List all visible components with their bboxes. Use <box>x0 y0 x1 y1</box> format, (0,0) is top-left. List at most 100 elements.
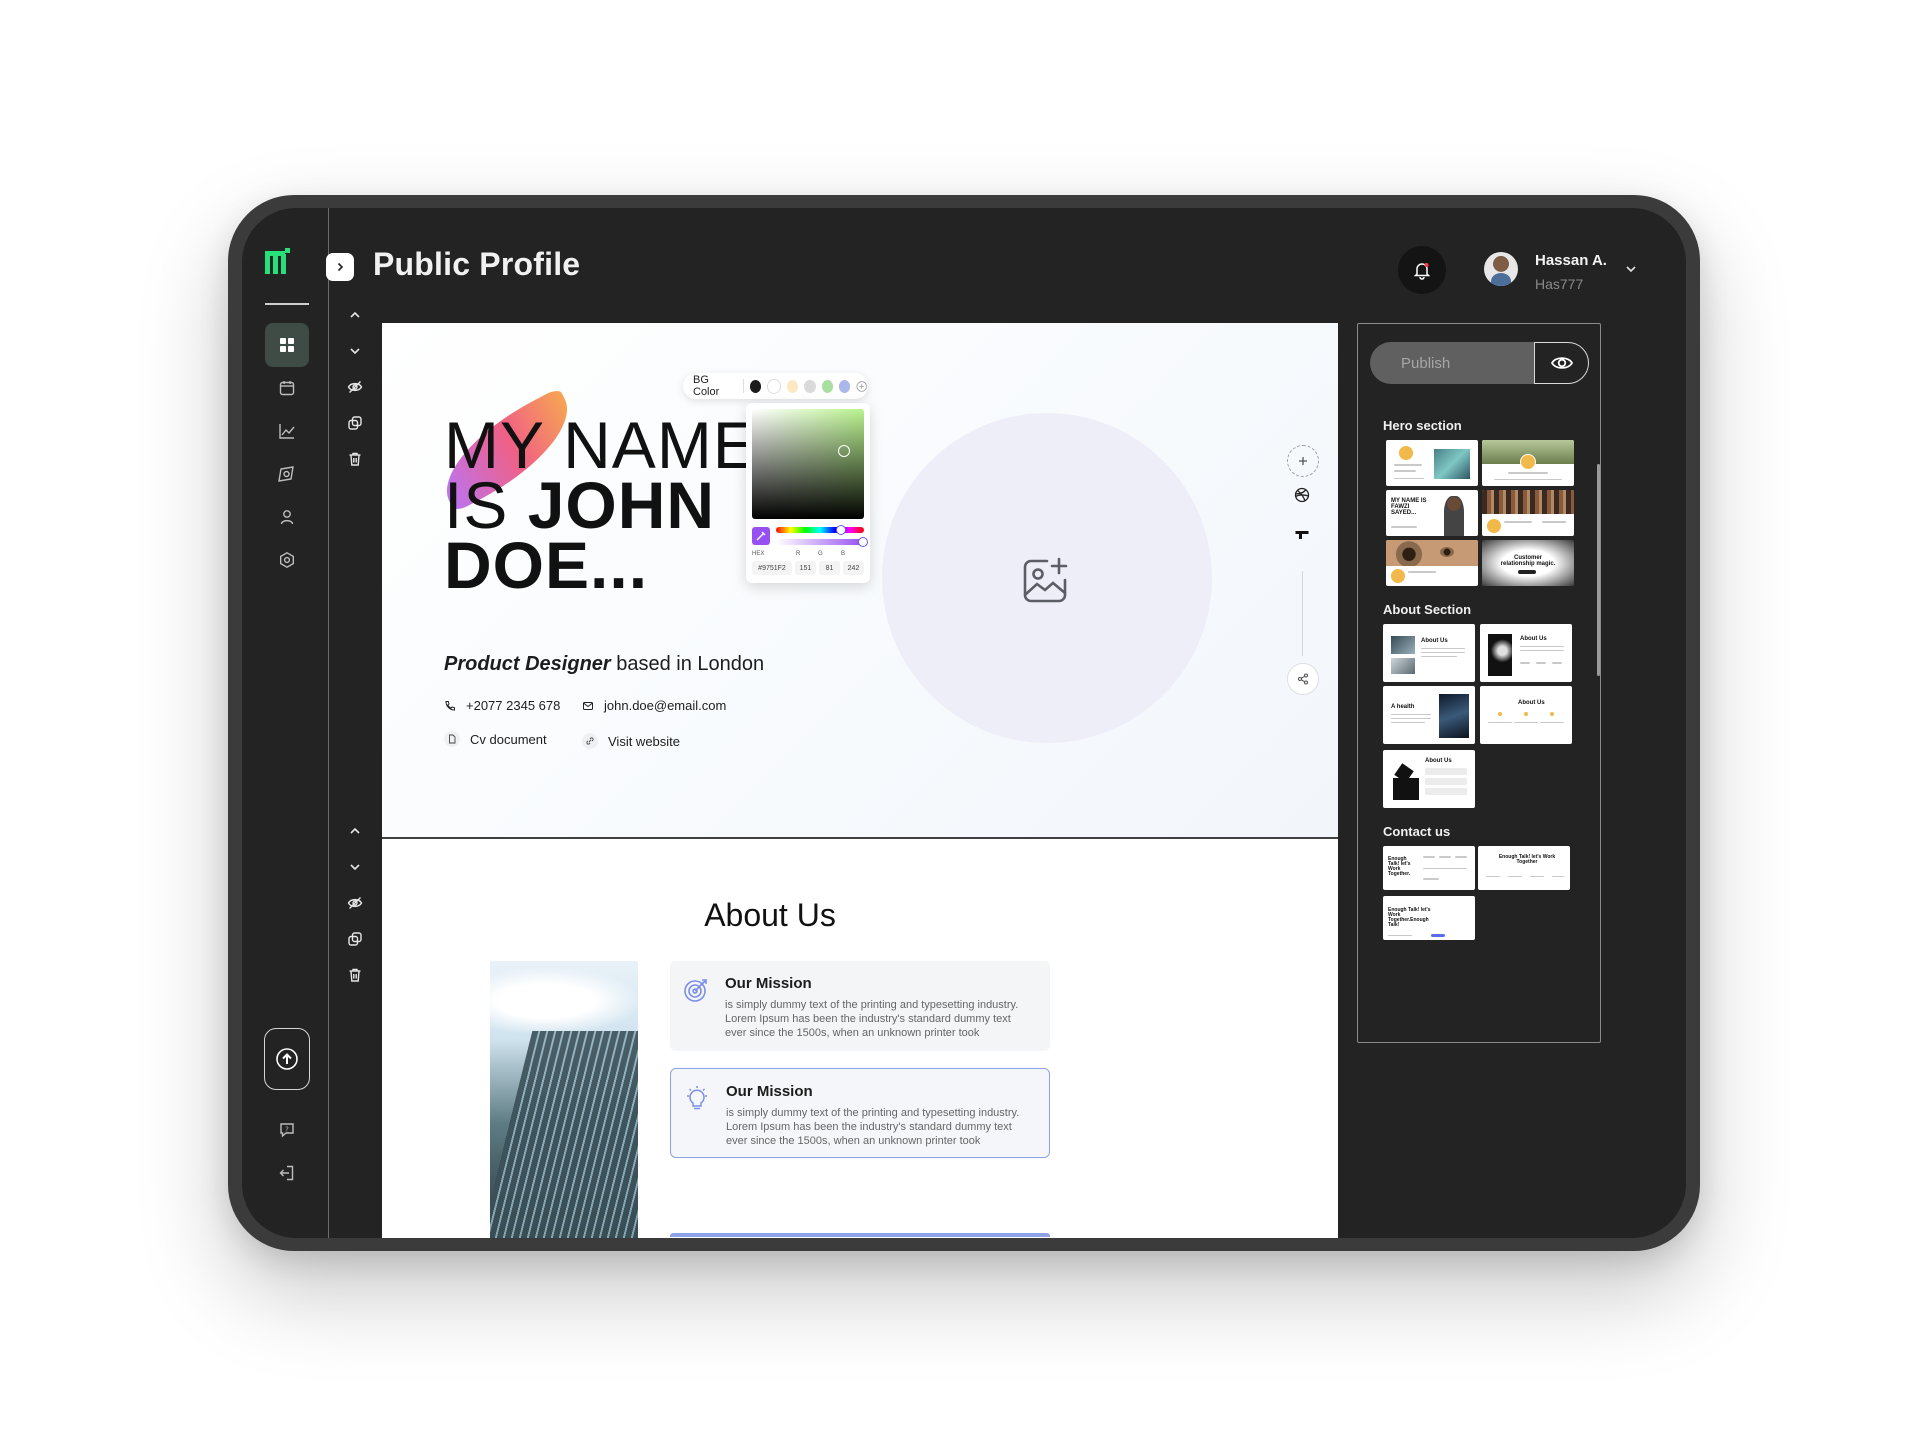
dribbble-icon <box>1294 487 1310 503</box>
hue-slider-knob[interactable] <box>836 525 846 535</box>
thumb-line <box>1552 876 1564 877</box>
swatch-gray[interactable] <box>804 379 816 393</box>
thumb-line <box>1391 722 1425 723</box>
hue-slider[interactable] <box>776 525 864 535</box>
user-avatar[interactable] <box>1484 252 1518 286</box>
bell-icon <box>1413 263 1431 280</box>
swatch-black[interactable] <box>749 379 762 393</box>
thumb-line <box>1421 648 1465 649</box>
hero-section[interactable]: MY NAME IS JOHN DOE... Product Designer … <box>382 323 1338 839</box>
toolbar-separator <box>742 379 744 393</box>
sidebar-item-logout[interactable] <box>265 1151 309 1195</box>
saturation-value-area[interactable] <box>752 409 864 519</box>
publish-button[interactable]: Publish <box>1370 342 1534 384</box>
hero-tagline[interactable]: Product Designer based in London <box>444 653 764 676</box>
hero-template-thumb[interactable] <box>1386 440 1478 486</box>
sidebar-item-settings[interactable] <box>265 538 309 582</box>
phone-contact[interactable]: +2077 2345 678 <box>444 698 560 713</box>
b-input[interactable]: 242 <box>843 561 864 575</box>
align-button[interactable] <box>1287 519 1317 549</box>
thumb-line <box>1540 722 1564 723</box>
hero-template-thumb[interactable] <box>1386 540 1478 586</box>
cv-text: Cv document <box>470 731 547 747</box>
about-template-thumb[interactable]: About Us <box>1480 686 1572 744</box>
grid-icon <box>280 338 294 352</box>
r-input[interactable]: 151 <box>795 561 816 575</box>
delete-section-button[interactable] <box>344 964 366 986</box>
move-up-button[interactable] <box>344 820 366 842</box>
preview-button[interactable] <box>1534 342 1589 384</box>
hide-section-button[interactable] <box>344 892 366 914</box>
delete-section-button[interactable] <box>344 448 366 470</box>
add-color-icon[interactable] <box>856 380 868 393</box>
about-template-thumb[interactable]: About Us <box>1480 624 1572 682</box>
alpha-slider-knob[interactable] <box>858 537 868 547</box>
hero-title[interactable]: MY NAME IS JOHN DOE... <box>444 412 774 598</box>
hero-template-thumb[interactable] <box>1482 490 1574 536</box>
add-image-button[interactable] <box>1018 553 1074 614</box>
page-title: Public Profile <box>373 246 581 282</box>
mission-card[interactable]: Our Mission is simply dummy text of the … <box>670 961 1050 1051</box>
panel-scrollbar[interactable] <box>1597 464 1600 676</box>
dribbble-button[interactable] <box>1287 480 1317 510</box>
add-element-button[interactable] <box>1287 445 1319 477</box>
hide-section-button[interactable] <box>344 376 366 398</box>
hero-template-thumb[interactable] <box>1482 440 1574 486</box>
website-link[interactable]: Visit website <box>582 733 680 749</box>
sidebar-item-dashboard[interactable] <box>265 323 309 367</box>
contact-template-thumb[interactable]: Enough Talk! let's Work Together. <box>1383 846 1475 890</box>
thumb-line <box>1488 722 1512 723</box>
thumb-image <box>1482 490 1574 514</box>
thumb-line <box>1423 868 1467 869</box>
thumb-button <box>1518 570 1536 574</box>
sidebar-item-analytics[interactable] <box>265 409 309 453</box>
glass-tower <box>490 1031 638 1238</box>
thumb-title: Enough Talk! let's Work Together. <box>1388 856 1411 877</box>
sidebar-item-explore[interactable] <box>265 452 309 496</box>
swatch-blue[interactable] <box>839 379 851 393</box>
hero-template-thumb[interactable]: MY NAME IS FAWZI SAYED... <box>1386 490 1478 536</box>
about-building-image[interactable] <box>490 961 638 1238</box>
sidebar-item-calendar[interactable] <box>265 366 309 410</box>
thumb-title: About Us <box>1421 638 1448 644</box>
r-label: R <box>796 551 801 557</box>
user-menu-chevron[interactable] <box>1624 262 1638 281</box>
g-input[interactable]: 81 <box>819 561 840 575</box>
sky-cloud <box>490 961 638 1041</box>
swatch-white[interactable] <box>767 378 781 394</box>
thumb-avatar <box>1486 518 1502 534</box>
sidebar-toggle-button[interactable] <box>326 253 354 281</box>
app-logo[interactable] <box>265 248 291 279</box>
mission-card-selected[interactable]: Our Mission is simply dummy text of the … <box>670 1068 1050 1158</box>
sidebar-item-help[interactable]: ? <box>265 1108 309 1152</box>
duplicate-section-button[interactable] <box>344 928 366 950</box>
about-template-thumb[interactable]: About Us <box>1383 624 1475 682</box>
alpha-slider[interactable] <box>776 537 868 547</box>
align-split-icon <box>1295 531 1309 539</box>
contact-template-thumb[interactable]: Enough Talk! let's Work Together.Enough … <box>1383 896 1475 940</box>
contact-template-thumb[interactable]: Enough Talk! let's Work Together <box>1478 846 1570 890</box>
notifications-button[interactable] <box>1398 246 1446 294</box>
duplicate-section-button[interactable] <box>344 412 366 434</box>
eyedropper-button[interactable] <box>752 527 770 545</box>
email-contact[interactable]: john.doe@email.com <box>582 698 726 713</box>
target-icon <box>683 977 709 1008</box>
hero-template-thumb[interactable]: Customer relationship magic. <box>1482 540 1574 586</box>
sidebar-item-profile[interactable] <box>265 495 309 539</box>
sidebar-divider <box>328 208 329 1238</box>
swatch-cream[interactable] <box>786 379 799 393</box>
move-down-button[interactable] <box>344 340 366 362</box>
about-template-thumb[interactable]: About Us <box>1383 750 1475 808</box>
move-down-button[interactable] <box>344 856 366 878</box>
share-button[interactable] <box>1287 663 1319 695</box>
cv-link[interactable]: Cv document <box>444 731 547 747</box>
swatch-green[interactable] <box>821 379 834 393</box>
about-title[interactable]: About Us <box>382 897 1158 934</box>
move-up-button[interactable] <box>344 304 366 326</box>
thumb-button <box>1431 934 1445 937</box>
hex-input[interactable]: #9751F2 <box>752 561 792 575</box>
saturation-knob[interactable] <box>838 445 850 457</box>
about-template-thumb[interactable]: A health <box>1383 686 1475 744</box>
upload-button[interactable] <box>264 1028 310 1090</box>
g-label: G <box>818 551 823 557</box>
